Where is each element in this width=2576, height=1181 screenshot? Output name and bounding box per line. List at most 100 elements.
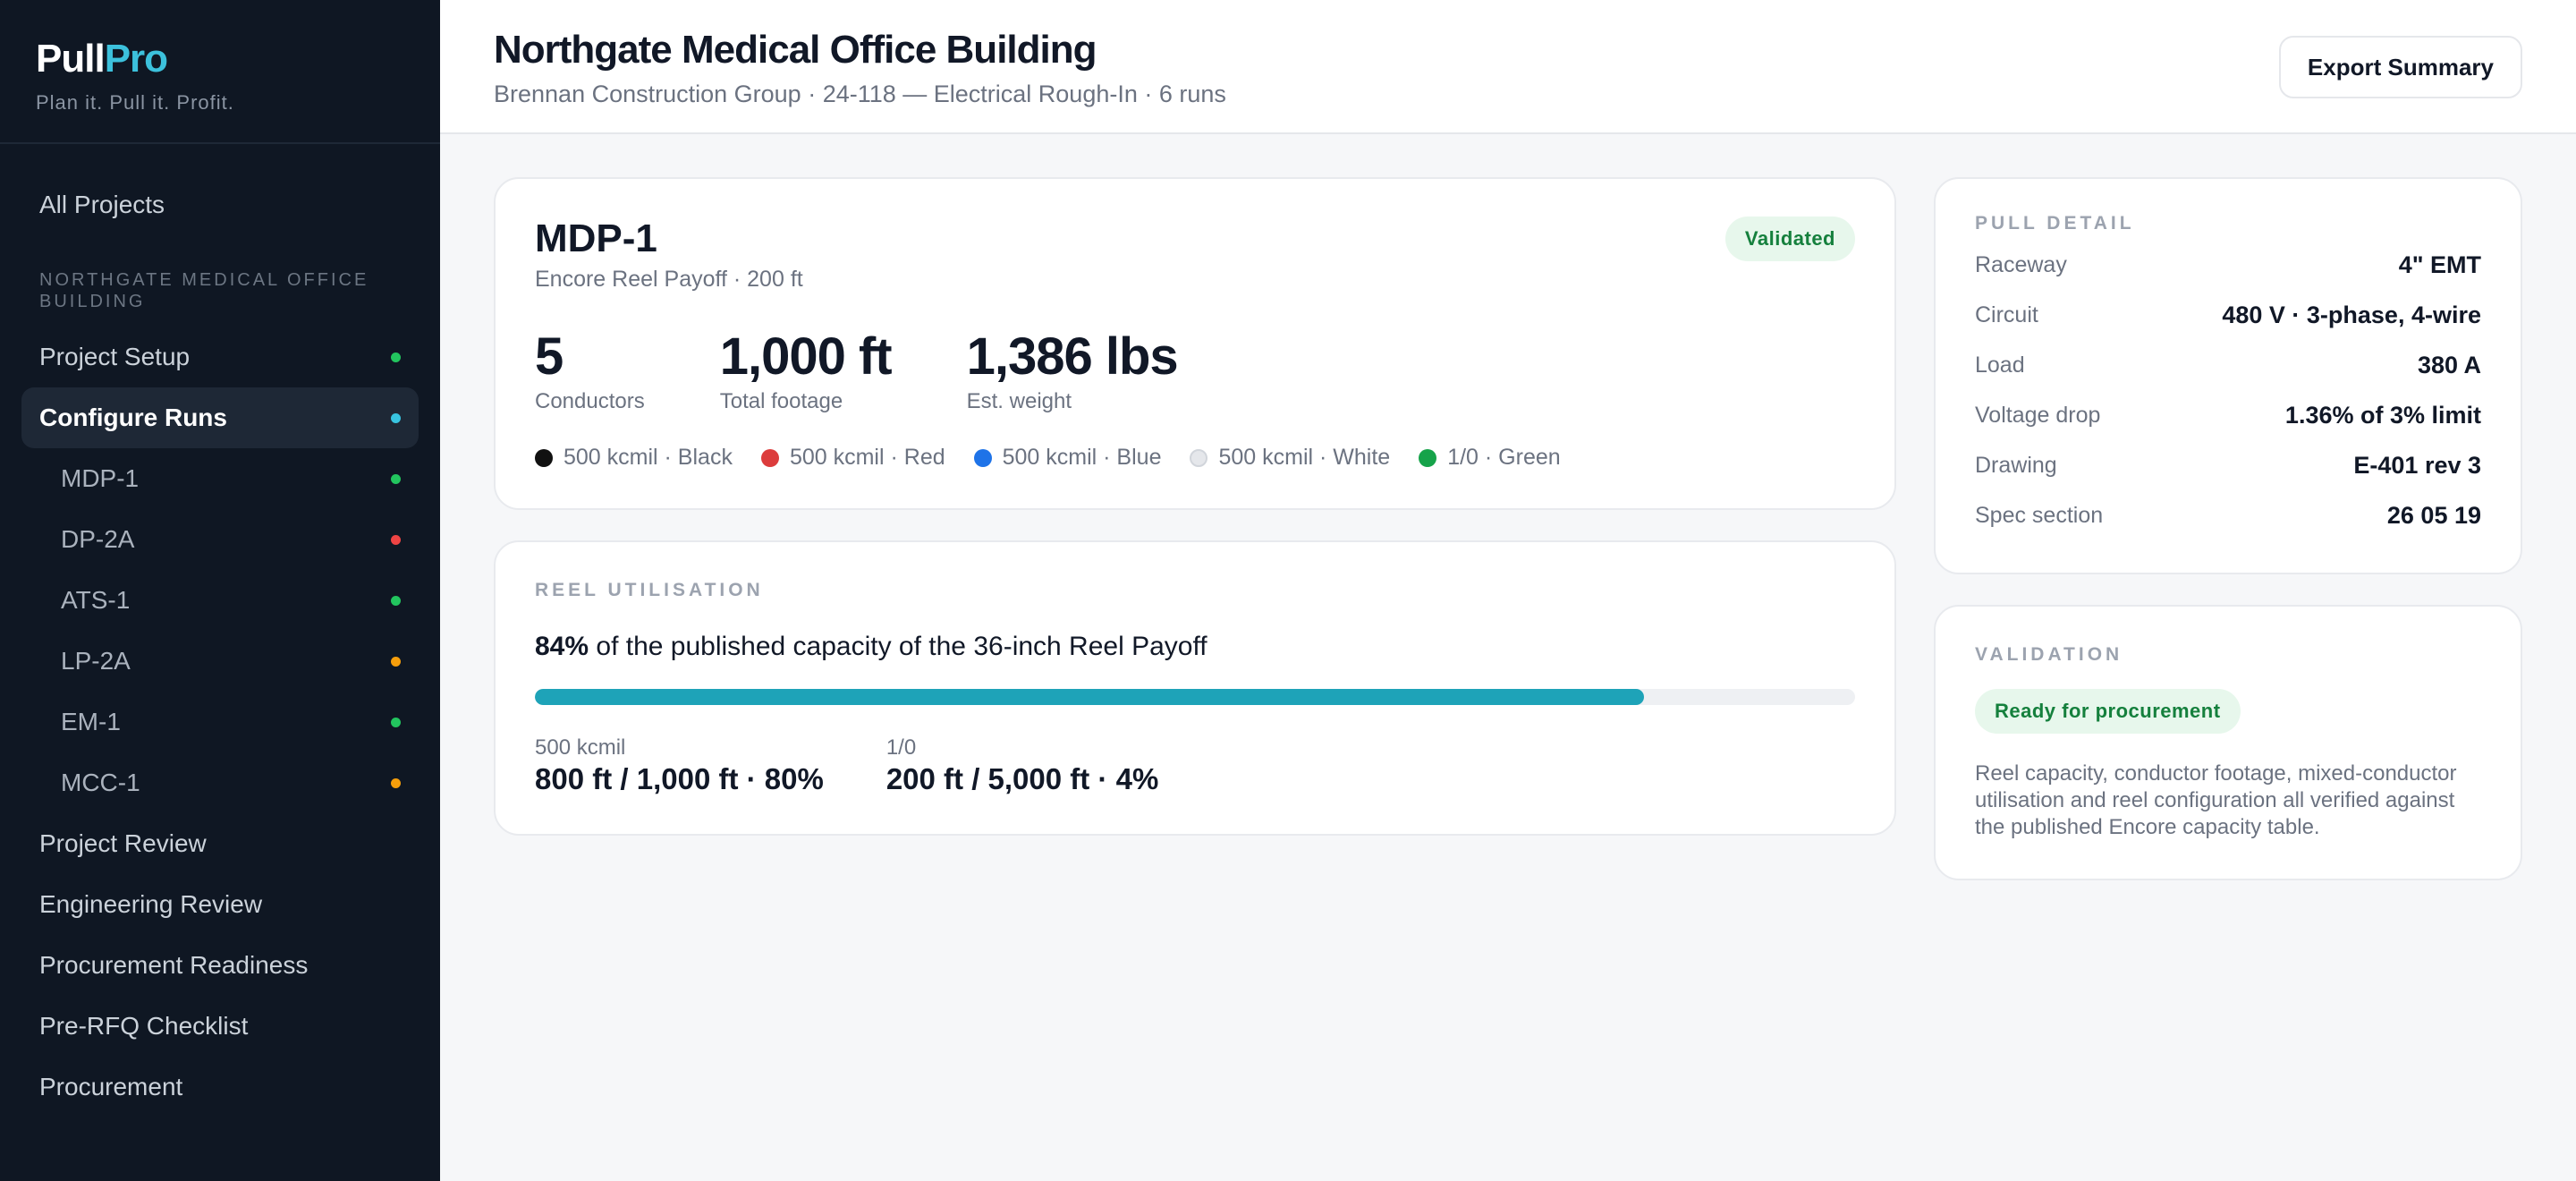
reel-row-value: 800 ft / 1,000 ft · 80% xyxy=(535,762,824,795)
detail-key: Drawing xyxy=(1975,452,2057,478)
reel-row: 1/0 200 ft / 5,000 ft · 4% xyxy=(886,735,1158,796)
sidebar-run-label: DP-2A xyxy=(61,525,135,553)
detail-key: Circuit xyxy=(1975,302,2038,327)
conductor-label: 500 kcmil · Black xyxy=(564,445,733,470)
validated-badge: Validated xyxy=(1724,217,1855,261)
stat-conductors: 5 Conductors xyxy=(535,328,645,414)
status-dot-icon xyxy=(391,595,401,606)
sidebar-run-mcc-1[interactable]: MCC-1 xyxy=(21,752,419,813)
conductor-item: 1/0 · Green xyxy=(1419,445,1561,471)
sidebar-run-mdp-1[interactable]: MDP-1 xyxy=(21,448,419,509)
page-title: Northgate Medical Office Building xyxy=(494,28,1097,72)
sidebar-item-label: All Projects xyxy=(39,191,165,218)
sidebar-item-label: Procurement xyxy=(39,1073,183,1100)
detail-value: 1.36% of 3% limit xyxy=(2284,401,2481,429)
pull-detail-card: PULL DETAIL Raceway 4" EMT Circuit 480 V… xyxy=(1934,177,2522,574)
status-dot-icon xyxy=(391,473,401,484)
detail-key: Load xyxy=(1975,352,2025,378)
detail-key: Voltage drop xyxy=(1975,402,2101,428)
status-dot-icon xyxy=(391,352,401,362)
status-dot-icon xyxy=(391,777,401,788)
run-title: MDP-1 xyxy=(535,217,657,260)
conductor-item: 500 kcmil · White xyxy=(1190,445,1390,471)
reel-percent: 84% xyxy=(535,632,589,661)
sidebar-item-engineering-review[interactable]: Engineering Review xyxy=(21,874,419,935)
sidebar-item-pre-rfq-checklist[interactable]: Pre-RFQ Checklist xyxy=(21,996,419,1057)
sidebar-run-label: MDP-1 xyxy=(61,464,140,492)
conductor-item: 500 kcmil · Black xyxy=(535,445,733,471)
reel-utilisation-card: REEL UTILISATION 84% of the published ca… xyxy=(494,540,1896,836)
detail-row-voltage-drop: Voltage drop 1.36% of 3% limit xyxy=(1975,390,2481,440)
ready-badge: Ready for procurement xyxy=(1975,689,2241,734)
sidebar-run-label: MCC-1 xyxy=(61,769,140,796)
sidebar-run-ats-1[interactable]: ATS-1 xyxy=(21,570,419,631)
detail-row-circuit: Circuit 480 V · 3-phase, 4-wire xyxy=(1975,290,2481,340)
reel-row-name: 500 kcmil xyxy=(535,735,626,760)
reel-row-name: 1/0 xyxy=(886,735,917,760)
right-column: PULL DETAIL Raceway 4" EMT Circuit 480 V… xyxy=(1934,177,2522,880)
pull-detail-label: PULL DETAIL xyxy=(1975,213,2135,234)
sidebar-run-dp-2a[interactable]: DP-2A xyxy=(21,509,419,570)
sidebar-nav: All Projects NORTHGATE MEDICAL OFFICE BU… xyxy=(0,144,440,1117)
stat-total-footage: 1,000 ft Total footage xyxy=(719,327,893,414)
sidebar-item-label: Pre-RFQ Checklist xyxy=(39,1012,249,1040)
sidebar-item-label: Procurement Readiness xyxy=(39,951,309,979)
stat-value: 5 xyxy=(535,327,564,386)
page-header: Northgate Medical Office Building Brenna… xyxy=(440,0,2576,134)
conductor-label: 500 kcmil · Red xyxy=(789,445,945,470)
reel-capacity-rest: of the published capacity of the 36-inch… xyxy=(589,632,1208,661)
sidebar-section-label: NORTHGATE MEDICAL OFFICE BUILDING xyxy=(39,270,369,311)
stat-value: 1,386 lbs xyxy=(966,327,1179,386)
detail-key: Raceway xyxy=(1975,251,2067,277)
logo-accent: Pro xyxy=(104,37,168,81)
stat-label: Total footage xyxy=(719,389,843,413)
sidebar-run-lp-2a[interactable]: LP-2A xyxy=(21,631,419,692)
sidebar-item-project-setup[interactable]: Project Setup xyxy=(21,327,419,387)
sidebar-run-em-1[interactable]: EM-1 xyxy=(21,692,419,752)
content: MDP-1 Encore Reel Payoff · 200 ft Valida… xyxy=(440,134,2576,880)
color-swatch-icon xyxy=(1419,448,1437,467)
sidebar-item-all-projects[interactable]: All Projects xyxy=(21,174,419,235)
validation-text: Reel capacity, conductor footage, mixed-… xyxy=(1975,761,2457,839)
detail-value: 380 A xyxy=(2417,351,2481,378)
reel-capacity-text: 84% of the published capacity of the 36-… xyxy=(535,632,1855,662)
stat-value: 1,000 ft xyxy=(719,327,893,386)
reel-breakdown: 500 kcmil 800 ft / 1,000 ft · 80% 1/0 20… xyxy=(535,735,1855,796)
conductor-label: 1/0 · Green xyxy=(1447,445,1561,470)
color-swatch-icon xyxy=(1190,448,1208,467)
sidebar-item-project-review[interactable]: Project Review xyxy=(21,813,419,874)
logo-main: Pull xyxy=(36,37,106,81)
status-dot-icon xyxy=(391,534,401,545)
status-dot-icon xyxy=(391,717,401,727)
sidebar-item-label: Project Review xyxy=(39,829,207,857)
reel-row-value: 200 ft / 5,000 ft · 4% xyxy=(886,762,1159,795)
sidebar-run-label: EM-1 xyxy=(61,708,121,735)
reel-progress-bar xyxy=(535,689,1855,705)
validation-card: VALIDATION Ready for procurement Reel ca… xyxy=(1934,605,2522,880)
conductor-label: 500 kcmil · White xyxy=(1218,445,1391,470)
sidebar-item-procurement[interactable]: Procurement xyxy=(21,1057,419,1117)
sidebar-item-configure-runs[interactable]: Configure Runs xyxy=(21,387,419,448)
run-summary-card: MDP-1 Encore Reel Payoff · 200 ft Valida… xyxy=(494,177,1896,510)
detail-key: Spec section xyxy=(1975,502,2104,528)
detail-value: 480 V · 3-phase, 4-wire xyxy=(2222,301,2481,328)
conductor-item: 500 kcmil · Blue xyxy=(973,445,1161,471)
main-area: Northgate Medical Office Building Brenna… xyxy=(440,0,2576,1181)
detail-row-drawing: Drawing E-401 rev 3 xyxy=(1975,440,2481,490)
tagline: Plan it. Pull it. Profit. xyxy=(36,91,234,114)
sidebar-item-label: Engineering Review xyxy=(39,890,263,918)
left-column: MDP-1 Encore Reel Payoff · 200 ft Valida… xyxy=(494,177,1896,880)
sidebar-item-procurement-readiness[interactable]: Procurement Readiness xyxy=(21,935,419,996)
reel-utilisation-label: REEL UTILISATION xyxy=(535,580,764,600)
sidebar: PullPro Plan it. Pull it. Profit. All Pr… xyxy=(0,0,440,1181)
conductor-item: 500 kcmil · Red xyxy=(760,445,945,471)
export-summary-button[interactable]: Export Summary xyxy=(2278,36,2522,98)
run-stats: 5 Conductors 1,000 ft Total footage 1,38… xyxy=(535,328,1855,414)
conductor-list: 500 kcmil · Black 500 kcmil · Red 500 kc… xyxy=(535,445,1855,471)
logo[interactable]: PullPro xyxy=(36,36,404,82)
page-subtitle: Brennan Construction Group · 24-118 — El… xyxy=(494,81,1226,107)
sidebar-item-label: Project Setup xyxy=(39,343,191,370)
detail-row-load: Load 380 A xyxy=(1975,340,2481,390)
detail-row-raceway: Raceway 4" EMT xyxy=(1975,240,2481,290)
status-dot-icon xyxy=(391,656,401,667)
